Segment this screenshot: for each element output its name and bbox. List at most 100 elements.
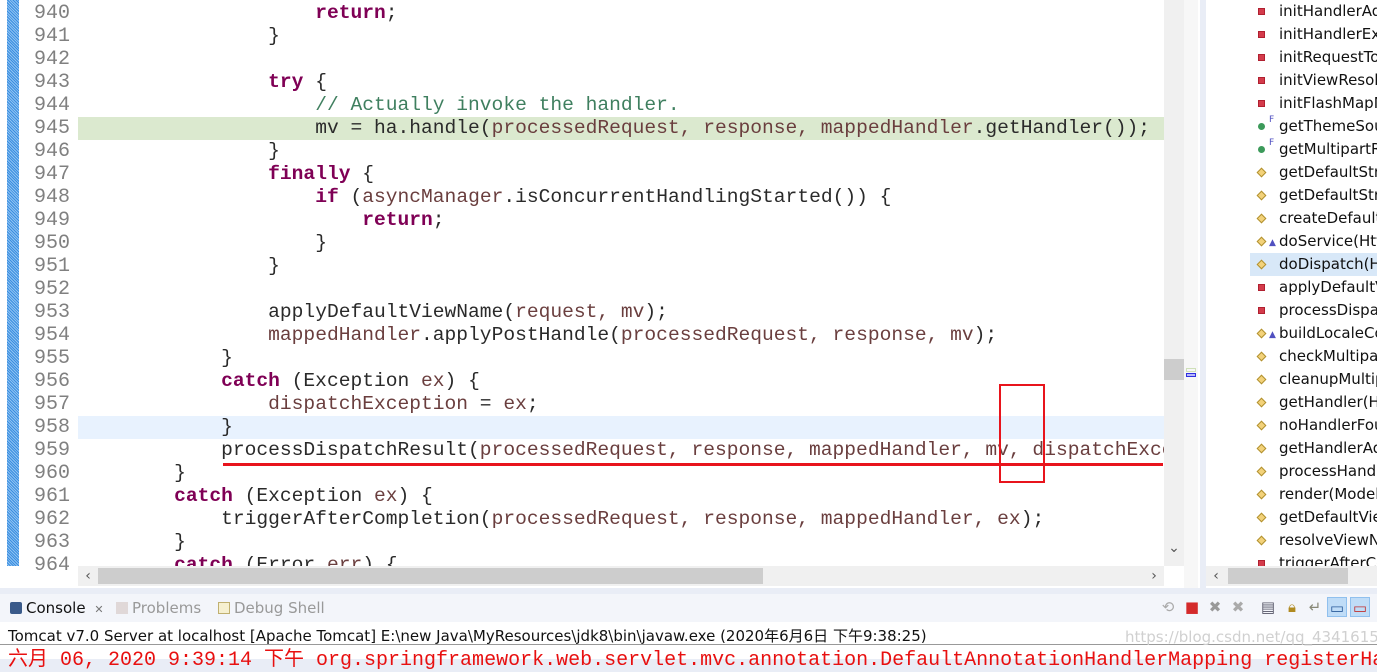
code-line[interactable]: // Actually invoke the handler. [78, 94, 1164, 117]
code-token: (Exception [279, 370, 422, 392]
code-line[interactable]: catch (Error err) { [78, 554, 1164, 566]
word-wrap-icon[interactable]: ↵ [1305, 597, 1325, 617]
scroll-left-arrow-icon[interactable]: ‹ [1206, 566, 1226, 586]
overview-ruler[interactable] [1184, 0, 1198, 588]
pin-icon[interactable]: ⟲ [1158, 597, 1178, 617]
show-on-stderr-icon[interactable]: ▭ [1350, 597, 1370, 617]
outline-item[interactable]: getDefaultStrategy( [1206, 161, 1377, 184]
outline-item[interactable]: getDefaultViewName( [1206, 506, 1377, 529]
outline-item-label: getDefaultStrategies( [1279, 186, 1377, 204]
default-method-icon [1256, 489, 1267, 500]
code-line[interactable]: } [78, 232, 1164, 255]
scroll-left-arrow-icon[interactable]: ‹ [78, 566, 98, 586]
close-icon[interactable]: ✕ [94, 603, 103, 616]
tab-debug-shell[interactable]: Debug Shell [218, 594, 325, 622]
horizontal-scrollbar[interactable]: ‹ › [78, 566, 1164, 586]
outline-item[interactable]: getDefaultStrategies( [1206, 184, 1377, 207]
outline-item[interactable]: ▲doService(HttpServletRequest [1206, 230, 1377, 253]
code-line[interactable]: } [78, 531, 1164, 554]
outline-item[interactable]: FgetThemeSource( [1206, 115, 1377, 138]
outline-item[interactable]: initHandlerAdapters( [1206, 0, 1377, 23]
scroll-right-arrow-icon[interactable]: › [1144, 566, 1164, 586]
code-token: mv = ha.handle( [315, 117, 492, 139]
scroll-thumb[interactable] [1164, 359, 1184, 380]
line-number: 962 [33, 508, 70, 531]
scroll-down-arrow-icon[interactable]: ⌄ [1164, 540, 1184, 560]
line-number: 959 [33, 439, 70, 462]
scroll-thumb[interactable] [98, 568, 763, 584]
default-method-icon [1256, 443, 1267, 454]
code-line[interactable] [78, 278, 1164, 301]
code-line[interactable]: } [78, 25, 1164, 48]
outline-item[interactable]: initRequestToViewNameTranslator( [1206, 46, 1377, 69]
outline-item-label: getDefaultViewName( [1279, 508, 1377, 526]
scroll-lock-icon[interactable]: 🔒︎ [1282, 597, 1302, 617]
console-output[interactable]: Tomcat v7.0 Server at localhost [Apache … [0, 622, 1377, 672]
code-line[interactable]: catch (Exception ex) { [78, 485, 1164, 508]
default-method-icon [1256, 236, 1267, 247]
code-line[interactable]: try { [78, 71, 1164, 94]
outline-item[interactable]: cleanupMultipart( [1206, 368, 1377, 391]
tab-console[interactable]: Console ✕ [0, 594, 112, 622]
outline-item[interactable]: doDispatch(HttpServletRequest [1250, 253, 1377, 276]
code-line[interactable]: finally { [78, 163, 1164, 186]
outline-horizontal-scrollbar[interactable]: ‹ [1206, 566, 1377, 586]
remove-launch-icon[interactable]: ✖ [1205, 597, 1225, 617]
code-line[interactable]: triggerAfterCompletion(processedRequest,… [78, 508, 1164, 531]
outline-item[interactable]: createDefaultStrategy( [1206, 207, 1377, 230]
console-log-line: 六月 06, 2020 9:39:14 下午 org.springframewo… [8, 649, 1377, 672]
outline-item[interactable]: checkMultipart( [1206, 345, 1377, 368]
public-method-icon [1258, 146, 1265, 153]
code-token: ( [338, 186, 363, 208]
default-method-icon [1256, 466, 1267, 477]
overview-mark[interactable] [1186, 373, 1196, 377]
code-token: } [268, 255, 280, 277]
override-modifier-icon: ▲ [1269, 238, 1276, 248]
default-method-icon [1256, 420, 1267, 431]
tab-problems[interactable]: Problems [116, 594, 201, 622]
line-number: 956 [33, 370, 70, 393]
code-line[interactable]: if (asyncManager.isConcurrentHandlingSta… [78, 186, 1164, 209]
code-line[interactable]: } [78, 255, 1164, 278]
outline-item[interactable]: applyDefaultViewName( [1206, 276, 1377, 299]
code-line[interactable]: } [78, 140, 1164, 163]
outline-item[interactable]: getHandlerAdapter( [1206, 437, 1377, 460]
outline-item[interactable]: noHandlerFound( [1206, 414, 1377, 437]
code-line[interactable]: applyDefaultViewName(request, mv); [78, 301, 1164, 324]
outline-item[interactable]: processHandlerException( [1206, 460, 1377, 483]
code-token: ; [526, 393, 539, 415]
outline-item[interactable]: ▲buildLocaleContext( [1206, 322, 1377, 345]
code-line[interactable] [78, 48, 1164, 71]
overview-mark[interactable] [1186, 368, 1196, 372]
terminate-icon[interactable]: ■ [1182, 597, 1202, 617]
code-editor[interactable]: 940 941 942 943 944 945 946 947 948 949 950 951 952 9… [0, 0, 1200, 588]
tab-label: Problems [132, 599, 202, 617]
show-on-stdout-icon[interactable]: ▭ [1327, 597, 1347, 617]
outline-item[interactable]: resolveViewName( [1206, 529, 1377, 552]
current-instruction-line[interactable]: mv = ha.handle(processedRequest, respons… [78, 117, 1164, 140]
outline-item-label: processHandlerException( [1279, 462, 1377, 480]
outline-item-label: createDefaultStrategy( [1279, 209, 1377, 227]
default-method-icon [1256, 397, 1267, 408]
line-number: 955 [33, 347, 70, 370]
outline-item[interactable]: render(ModelAndView [1206, 483, 1377, 506]
default-method-icon [1256, 535, 1267, 546]
private-method-icon [1258, 8, 1265, 15]
scroll-thumb[interactable] [1228, 568, 1348, 584]
variable-token: asyncManager [362, 186, 504, 208]
outline-item[interactable]: FgetMultipartResolver( [1206, 138, 1377, 161]
code-line[interactable]: } [78, 347, 1164, 370]
outline-item[interactable]: processDispatchResult( [1206, 299, 1377, 322]
code-line[interactable]: mappedHandler.applyPostHandle(processedR… [78, 324, 1164, 347]
outline-item[interactable]: initHandlerExceptionResolvers( [1206, 23, 1377, 46]
outline-item[interactable]: initViewResolvers( [1206, 69, 1377, 92]
outline-view[interactable]: initHandlerAdapters(initHandlerException… [1206, 0, 1377, 588]
outline-item[interactable]: initFlashMapManager( [1206, 92, 1377, 115]
remove-all-terminated-icon[interactable]: ✖ [1228, 597, 1248, 617]
default-method-icon [1256, 328, 1267, 339]
code-line[interactable]: return; [78, 209, 1164, 232]
clear-console-icon[interactable]: ▤ [1258, 597, 1278, 617]
outline-item[interactable]: getHandler(HttpServletRequest [1206, 391, 1377, 414]
code-line[interactable]: return; [78, 2, 1164, 25]
vertical-scrollbar[interactable]: ⌄ [1164, 0, 1184, 566]
